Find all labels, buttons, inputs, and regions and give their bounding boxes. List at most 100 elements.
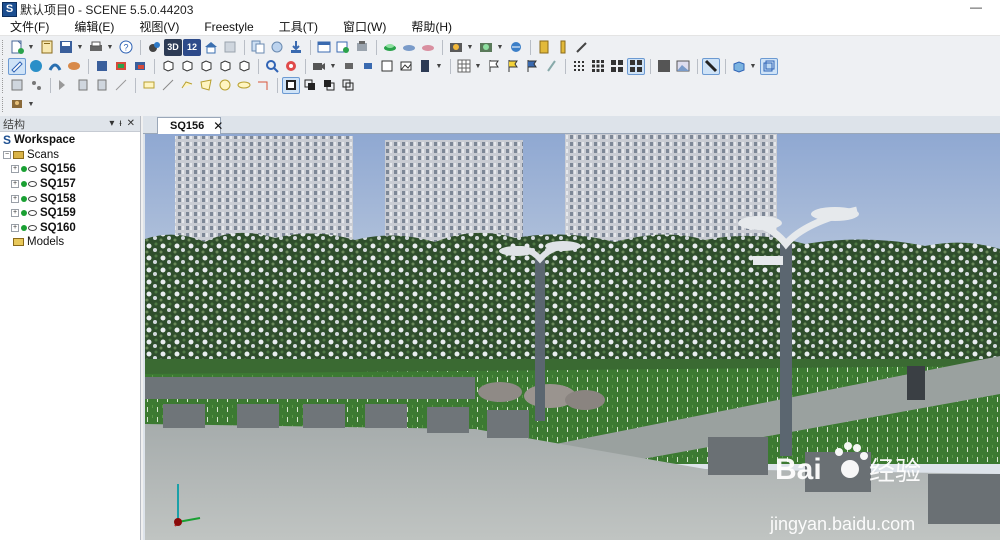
note-icon[interactable] [55, 77, 73, 94]
cube3-icon[interactable] [197, 58, 215, 75]
expand-icon[interactable]: + [11, 165, 19, 174]
dots-large-icon[interactable] [608, 58, 626, 75]
import-icon[interactable] [268, 39, 286, 56]
polyline-icon[interactable] [178, 77, 196, 94]
zoom-icon[interactable] [263, 58, 281, 75]
tree-item-scans[interactable]: − Scans [0, 148, 140, 163]
menu-edit[interactable]: 编辑(E) [74, 18, 114, 35]
minimize-button[interactable]: — [970, 0, 986, 18]
frame-icon[interactable] [397, 58, 415, 75]
clip2-icon[interactable] [27, 77, 45, 94]
camera2-icon[interactable] [477, 39, 495, 56]
panel-pin-button[interactable]: ᵼ [119, 118, 121, 129]
video-dropdown[interactable]: ▼ [329, 58, 337, 75]
paint-icon[interactable] [131, 58, 149, 75]
note2-icon[interactable] [74, 77, 92, 94]
move-icon[interactable] [340, 58, 358, 75]
flag-icon[interactable] [485, 58, 503, 75]
3d-view-icon[interactable]: 3D [164, 38, 182, 56]
camera-dropdown[interactable]: ▼ [466, 39, 474, 56]
diagonal-icon[interactable] [702, 57, 720, 75]
polygon-icon[interactable] [197, 77, 215, 94]
expand-icon[interactable]: + [11, 194, 19, 203]
tree-item-scan[interactable]: + SQ158 [0, 191, 140, 206]
note3-icon[interactable] [93, 77, 111, 94]
layer-dropdown[interactable]: ▼ [435, 58, 443, 75]
layers-icon[interactable] [8, 96, 26, 113]
lasso-icon[interactable] [65, 58, 83, 75]
camera2-dropdown[interactable]: ▼ [496, 39, 504, 56]
tab-sq156[interactable]: SQ156 ✕ [157, 117, 223, 134]
ruler-icon[interactable] [554, 39, 572, 56]
cube1-icon[interactable] [159, 58, 177, 75]
print-icon[interactable] [87, 39, 105, 56]
circle-icon[interactable] [216, 77, 234, 94]
pen-icon[interactable] [573, 39, 591, 56]
grid-dropdown[interactable]: ▼ [474, 58, 482, 75]
panel-menu-button[interactable]: ▾ [109, 118, 114, 129]
menu-file[interactable]: 文件(F) [10, 18, 49, 35]
arc-icon[interactable] [254, 77, 272, 94]
dimension-icon[interactable] [112, 77, 130, 94]
sheet-icon[interactable] [315, 39, 333, 56]
menu-freestyle[interactable]: Freestyle [204, 20, 253, 34]
copy-icon[interactable] [249, 39, 267, 56]
menu-help[interactable]: 帮助(H) [411, 18, 452, 35]
help-icon[interactable]: ? [117, 39, 135, 56]
measure-icon[interactable] [535, 39, 553, 56]
save-icon[interactable] [57, 39, 75, 56]
expand-icon[interactable]: + [11, 223, 19, 232]
blank-icon[interactable] [221, 39, 239, 56]
grid-image-icon[interactable] [674, 58, 692, 75]
dots-medium-icon[interactable] [589, 58, 607, 75]
tree-item-scan[interactable]: + SQ157 [0, 177, 140, 192]
tree-item-scan[interactable]: + SQ156 [0, 162, 140, 177]
flag2-icon[interactable] [504, 58, 522, 75]
new-project-icon[interactable] [8, 39, 26, 56]
cube4-icon[interactable] [216, 58, 234, 75]
dots-xl-icon[interactable] [627, 57, 645, 75]
new-dropdown[interactable]: ▼ [27, 39, 35, 56]
tree-item-scan[interactable]: + SQ160 [0, 221, 140, 236]
point-cloud-scene[interactable]: Bai 经验 jingyan.baidu.com [145, 134, 1000, 540]
box-active-icon[interactable] [760, 57, 778, 75]
cube2-icon[interactable] [178, 58, 196, 75]
fill-icon[interactable] [112, 58, 130, 75]
open-icon[interactable] [38, 39, 56, 56]
3d-viewport[interactable]: Bai 经验 jingyan.baidu.com [145, 134, 1000, 540]
dots-small-icon[interactable] [570, 58, 588, 75]
flag4-icon[interactable] [542, 58, 560, 75]
tree-item-models[interactable]: Models [0, 235, 140, 250]
expand-icon[interactable]: + [11, 209, 19, 218]
rect-icon[interactable] [140, 77, 158, 94]
frame3-icon[interactable] [320, 77, 338, 94]
orbit-icon[interactable] [282, 58, 300, 75]
home-icon[interactable] [202, 39, 220, 56]
ellipse-icon[interactable] [235, 77, 253, 94]
register-icon[interactable] [334, 39, 352, 56]
frame2-icon[interactable] [301, 77, 319, 94]
menu-window[interactable]: 窗口(W) [343, 18, 386, 35]
brush-icon[interactable] [93, 58, 111, 75]
box-icon[interactable] [730, 58, 748, 75]
cube5-icon[interactable] [235, 58, 253, 75]
layers-dropdown[interactable]: ▼ [27, 96, 35, 113]
select-icon[interactable] [8, 57, 26, 75]
frame1-icon[interactable] [282, 76, 300, 94]
sphere-icon[interactable] [27, 58, 45, 75]
toolbar-grip[interactable] [2, 39, 5, 55]
save-view-icon[interactable] [378, 58, 396, 75]
camera-icon[interactable] [447, 39, 465, 56]
toolbar-grip[interactable] [2, 77, 5, 93]
globe-icon[interactable] [507, 39, 525, 56]
layer-icon[interactable] [416, 58, 434, 75]
pipe-icon[interactable] [46, 58, 64, 75]
video-icon[interactable] [310, 58, 328, 75]
cloud-icon[interactable] [381, 39, 399, 56]
tree-item-workspace[interactable]: S Workspace [0, 133, 140, 148]
clip-icon[interactable] [8, 77, 26, 94]
menu-tools[interactable]: 工具(T) [279, 18, 318, 35]
move2-icon[interactable] [359, 58, 377, 75]
scan-icon[interactable] [145, 39, 163, 56]
cloud2-icon[interactable] [400, 39, 418, 56]
